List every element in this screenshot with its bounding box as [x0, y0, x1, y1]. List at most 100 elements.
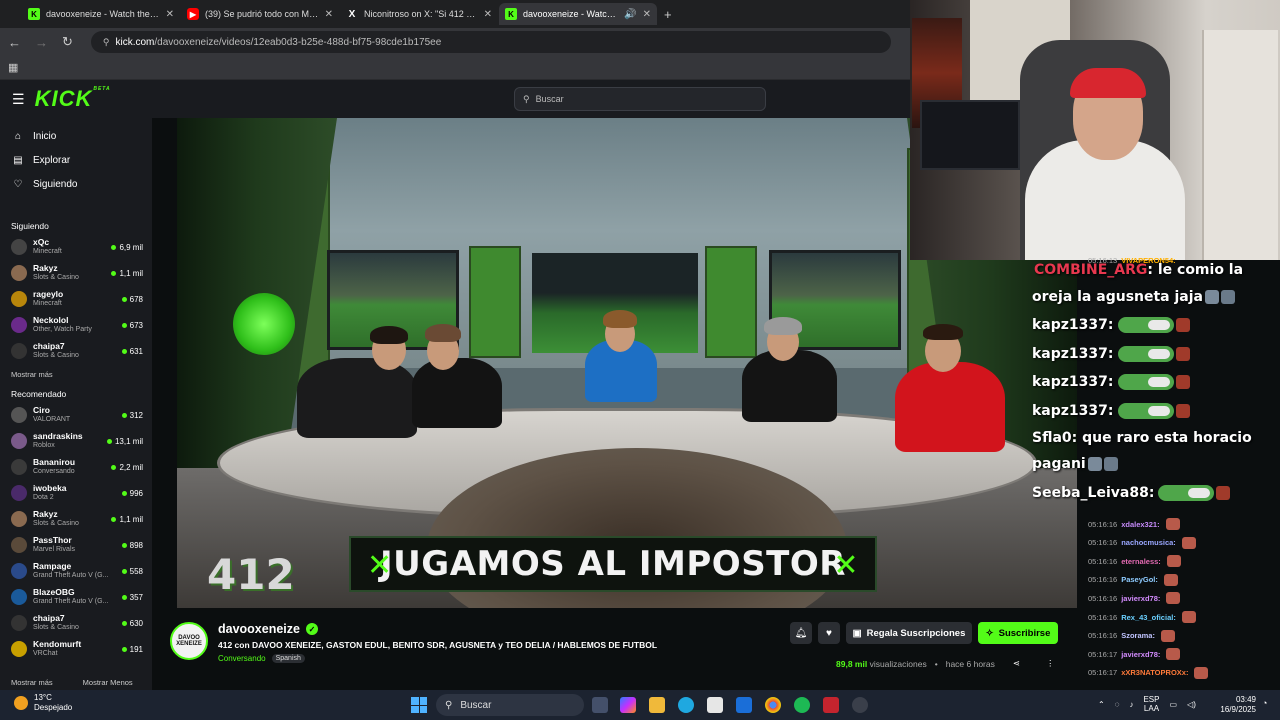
sidebar-channel[interactable]: Kendomurft VRChat 191 — [0, 636, 152, 662]
channel-info: Rampage Grand Theft Auto V (G... — [33, 561, 122, 581]
url-field[interactable]: ⚲ kick.com /davooxeneize/videos/12eab0d3… — [90, 31, 891, 53]
channel-avatar — [11, 537, 27, 553]
channel-name[interactable]: davooxeneize ✓ — [218, 622, 318, 636]
tab-youtube[interactable]: ▶ (39) Se pudrió todo con Mastan ✕ — [181, 3, 339, 25]
close-tab-icon[interactable]: ✕ — [166, 9, 174, 20]
star-icon: ✧ — [985, 627, 994, 639]
pepe-emote-icon — [1117, 374, 1174, 390]
live-dot-icon — [121, 490, 127, 496]
sidebar-channel[interactable]: chaipa7 Slots & Casino 631 — [0, 338, 152, 364]
volume-icon[interactable]: ◁) — [1187, 700, 1196, 709]
gift-subs-button[interactable]: ▣ Regala Suscripciones — [846, 622, 972, 644]
mic-icon[interactable]: ♪ — [1129, 700, 1133, 709]
x-left-icon: ✕ — [367, 548, 393, 583]
forward-arrow-icon[interactable]: → — [35, 35, 48, 50]
sidebar-channel[interactable]: chaipa7 Slots & Casino 630 — [0, 610, 152, 636]
close-tab-icon[interactable]: ✕ — [325, 9, 333, 20]
nav-inicio[interactable]: ⌂ Inicio — [0, 124, 152, 148]
spotify-icon[interactable] — [794, 697, 810, 713]
close-tab-icon[interactable]: ✕ — [484, 9, 492, 20]
viewer-count: 13,1 mil — [106, 437, 143, 446]
speaker-icon[interactable]: 🔊 — [624, 9, 636, 20]
channel-category: Grand Theft Auto V (G... — [33, 598, 109, 605]
sidebar-channel[interactable]: Rakyz Slots & Casino 1,1 mil — [0, 260, 152, 286]
chevron-up-icon[interactable]: ⌃ — [1098, 700, 1105, 709]
tab-kick-vod-1[interactable]: K davooxeneize - Watch the VOD ✕ — [22, 3, 180, 25]
sidebar-channel[interactable]: BlazeOBG Grand Theft Auto V (G... 357 — [0, 584, 152, 610]
edge-icon[interactable] — [678, 697, 694, 713]
emote-icon — [1166, 648, 1181, 661]
nav-explorar[interactable]: ▤ Explorar — [0, 148, 152, 172]
sidebar-channel[interactable]: Ciro VALORANT 312 — [0, 402, 152, 428]
kick-logo[interactable]: KICKBETA — [35, 86, 111, 112]
sidebar-channel[interactable]: Rampage Grand Theft Auto V (G... 558 — [0, 558, 152, 584]
category-link[interactable]: Conversando — [218, 654, 266, 663]
emote-icon — [1194, 666, 1209, 679]
display-icon[interactable]: ▭ — [1169, 700, 1177, 709]
emote-icon — [1166, 555, 1181, 568]
keyboard-language[interactable]: ESP LAA — [1143, 695, 1159, 713]
sidebar-channel[interactable]: sandraskins Roblox 13,1 mil — [0, 428, 152, 454]
network-icon[interactable]: ◌ — [1115, 700, 1120, 709]
sidebar-channel[interactable]: iwobeka Dota 2 996 — [0, 480, 152, 506]
site-info-icon[interactable]: ⚲ — [103, 37, 110, 48]
nav-siguiendo[interactable]: ♡ Siguiendo — [0, 172, 152, 196]
emote-icon — [1103, 457, 1118, 471]
panelist-hair — [764, 317, 802, 335]
tab-kick-vod-active[interactable]: K davooxeneize - Watch the V 🔊 ✕ — [499, 3, 657, 25]
hedge-pillar — [469, 246, 521, 358]
weather-widget[interactable]: 13°C Despejado — [14, 693, 72, 713]
obs-icon[interactable] — [852, 697, 868, 713]
emote-icon — [1175, 404, 1190, 418]
close-tab-icon[interactable]: ✕ — [643, 9, 651, 20]
live-dot-icon — [111, 516, 117, 522]
store-icon[interactable] — [707, 697, 723, 713]
live-dot-icon — [111, 244, 117, 250]
panelist — [895, 362, 1005, 452]
file-explorer-icon[interactable] — [649, 697, 665, 713]
channel-category: Slots & Casino — [33, 520, 79, 527]
windows-start-icon[interactable] — [411, 697, 427, 713]
channel-info: Ciro VALORANT — [33, 405, 122, 425]
show-more-following[interactable]: Mostrar más — [0, 364, 152, 384]
notification-icon[interactable]: ◔ — [1262, 698, 1267, 708]
emote-icon — [1163, 573, 1178, 586]
channel-info: rageylo Minecraft — [33, 289, 122, 309]
channel-name: Neckolol — [33, 315, 69, 325]
viewer-count: 558 — [121, 567, 143, 576]
taskbar-search[interactable]: ⚲ Buscar — [436, 694, 584, 716]
channel-avatar[interactable]: DAVOO XENEIZE — [170, 622, 208, 660]
sidebar-channel[interactable]: Neckolol Other, Watch Party 673 — [0, 312, 152, 338]
menu-icon[interactable]: ☰ — [12, 91, 25, 108]
channel-avatar — [11, 511, 27, 527]
live-dot-icon — [106, 438, 112, 444]
tab-x-post[interactable]: X Niconitroso on X: "Si 412 fuese ✕ — [340, 3, 498, 25]
task-view-icon[interactable] — [592, 697, 608, 713]
channel-name: BlazeOBG — [33, 587, 75, 597]
back-arrow-icon[interactable]: ← — [8, 35, 21, 50]
sidebar-channel[interactable]: rageylo Minecraft 678 — [0, 286, 152, 312]
viewer-count: 2,2 mil — [111, 463, 143, 472]
viewer-count: 996 — [121, 489, 143, 498]
chrome-icon[interactable] — [765, 697, 781, 713]
sidebar-channel[interactable]: xQc Minecraft 6,9 mil — [0, 234, 152, 260]
show-less-recommended[interactable]: Mostrar Menos — [83, 678, 133, 687]
apps-grid-icon[interactable]: ▦ — [8, 61, 18, 74]
sidebar-channel[interactable]: Rakyz Slots & Casino 1,1 mil — [0, 506, 152, 532]
copilot-icon[interactable] — [620, 697, 636, 713]
chat-message: 05:16:17 xXR3NATOPROXx: — [1088, 666, 1209, 679]
show-more-recommended[interactable]: Mostrar más — [11, 678, 53, 687]
panelist-hair — [370, 326, 408, 344]
follow-heart-button[interactable]: ♥ — [818, 622, 840, 644]
sidebar-channel[interactable]: Bananirou Conversando 2,2 mil — [0, 454, 152, 480]
new-tab-button[interactable]: + — [664, 7, 672, 22]
taskbar-clock[interactable]: 03:49 16/9/2025 — [1218, 695, 1256, 715]
sidebar-channel[interactable]: PassThor Marvel Rivals 898 — [0, 532, 152, 558]
reload-icon[interactable]: ↻ — [62, 34, 73, 50]
app-icon[interactable] — [823, 697, 839, 713]
share-icon[interactable]: ⋖ — [1013, 658, 1020, 669]
outlook-icon[interactable] — [736, 697, 752, 713]
chat-message: Sfla0: que raro esta horacio — [1032, 430, 1252, 446]
search-input[interactable]: ⚲ Buscar — [514, 87, 766, 111]
notification-bell-button[interactable]: 🔔︎ — [790, 622, 812, 644]
